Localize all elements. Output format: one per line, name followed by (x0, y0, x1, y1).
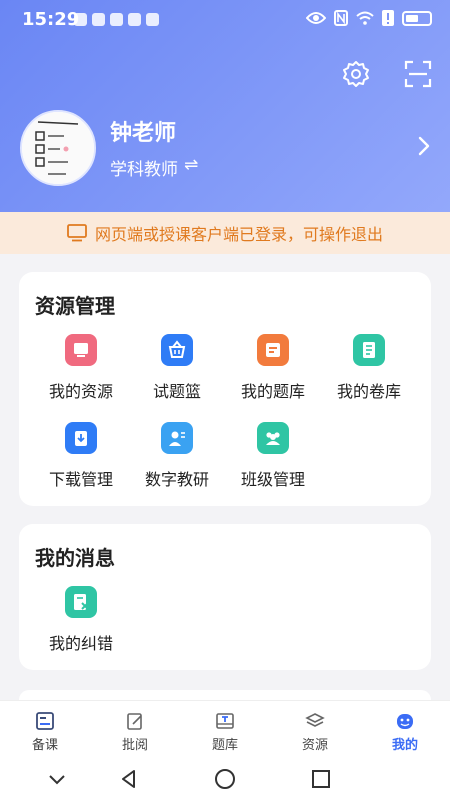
tile-label: 我的资源 (48, 382, 113, 401)
recents-icon[interactable] (308, 766, 334, 792)
notification-app-icon (128, 13, 141, 26)
tab-label: 批阅 (121, 738, 148, 753)
tab-review[interactable]: 批阅 (90, 701, 180, 758)
switch-role-icon[interactable]: ⇌ (184, 155, 198, 175)
review-icon (127, 713, 142, 730)
profile-header: 15:29 钟老师 学科教师 ⇌ (0, 0, 450, 212)
alert-icon (382, 10, 394, 26)
resources-icon (305, 713, 325, 727)
tab-question-library[interactable]: 题库 (180, 701, 270, 758)
card-title: 我的消息 (35, 546, 115, 570)
nfc-icon (334, 10, 348, 26)
teaching-research-icon (161, 422, 193, 454)
scan-icon (404, 60, 432, 88)
avatar-image (22, 112, 94, 184)
tile-my-paper-bank[interactable]: 我的卷库 (321, 334, 417, 402)
tab-resources[interactable]: 资源 (270, 701, 360, 758)
gear-icon (343, 61, 369, 87)
class-management-icon (257, 422, 289, 454)
status-notification-icons (74, 13, 159, 26)
tile-digital-teaching-research[interactable]: 数字教研 (129, 422, 225, 490)
user-name: 钟老师 (110, 121, 177, 146)
eye-icon (306, 12, 326, 24)
chevron-down-icon[interactable] (44, 766, 70, 792)
tab-label: 资源 (301, 738, 328, 753)
question-library-icon (216, 713, 234, 729)
tab-profile[interactable]: 我的 (360, 701, 450, 758)
user-role[interactable]: 学科教师 (110, 155, 178, 180)
card-title: 资源管理 (35, 294, 115, 318)
tab-label: 备课 (31, 738, 58, 753)
tile-my-resources[interactable]: 我的资源 (33, 334, 129, 402)
notification-app-icon (146, 13, 159, 26)
tab-lesson-prep[interactable]: 备课 (0, 701, 90, 758)
login-notice[interactable]: 网页端或授课客户端已登录，可操作退出 (0, 212, 450, 254)
profile-icon (397, 714, 413, 729)
notification-app-icon (92, 13, 105, 26)
scan-button[interactable] (402, 58, 434, 90)
settings-button[interactable] (340, 58, 372, 90)
tile-label: 班级管理 (240, 470, 305, 489)
corrections-icon (65, 586, 97, 618)
my-resources-icon (65, 334, 97, 366)
bottom-tab-bar: 备课 批阅 题库 资源 我的 (0, 700, 450, 758)
wifi-icon (356, 11, 374, 25)
tile-label: 试题篮 (152, 382, 201, 401)
question-bank-icon (257, 334, 289, 366)
notification-app-icon (74, 13, 87, 26)
system-navigation-bar (0, 758, 450, 800)
resource-management-card: 资源管理 我的资源 试题篮 我的题库 我的卷库 下载管理 数字教研 班级管理 (19, 272, 431, 506)
tile-label: 我的纠错 (48, 634, 113, 653)
status-indicators (306, 10, 432, 26)
status-time: 15:29 (22, 9, 80, 30)
tile-my-question-bank[interactable]: 我的题库 (225, 334, 321, 402)
status-bar: 15:29 (0, 0, 450, 40)
tile-label: 我的题库 (240, 382, 305, 401)
home-icon[interactable] (212, 766, 238, 792)
my-messages-card: 我的消息 我的纠错 (19, 524, 431, 670)
download-icon (65, 422, 97, 454)
tab-label: 题库 (211, 738, 238, 753)
avatar[interactable] (20, 110, 96, 186)
tile-my-corrections[interactable]: 我的纠错 (33, 586, 129, 654)
battery-icon (402, 10, 432, 26)
back-icon[interactable] (116, 766, 142, 792)
tile-class-management[interactable]: 班级管理 (225, 422, 321, 490)
basket-icon (161, 334, 193, 366)
tile-question-basket[interactable]: 试题篮 (129, 334, 225, 402)
tile-download-management[interactable]: 下载管理 (33, 422, 129, 490)
tile-label: 下载管理 (48, 470, 113, 489)
lesson-prep-icon (36, 712, 54, 730)
chevron-right-icon[interactable] (412, 130, 436, 162)
tile-label: 数字教研 (144, 470, 209, 489)
paper-bank-icon (353, 334, 385, 366)
notification-app-icon (110, 13, 123, 26)
login-notice-text: 网页端或授课客户端已登录，可操作退出 (94, 225, 383, 244)
monitor-icon (67, 224, 87, 242)
tile-label: 我的卷库 (336, 382, 401, 401)
tab-label: 我的 (391, 738, 418, 753)
